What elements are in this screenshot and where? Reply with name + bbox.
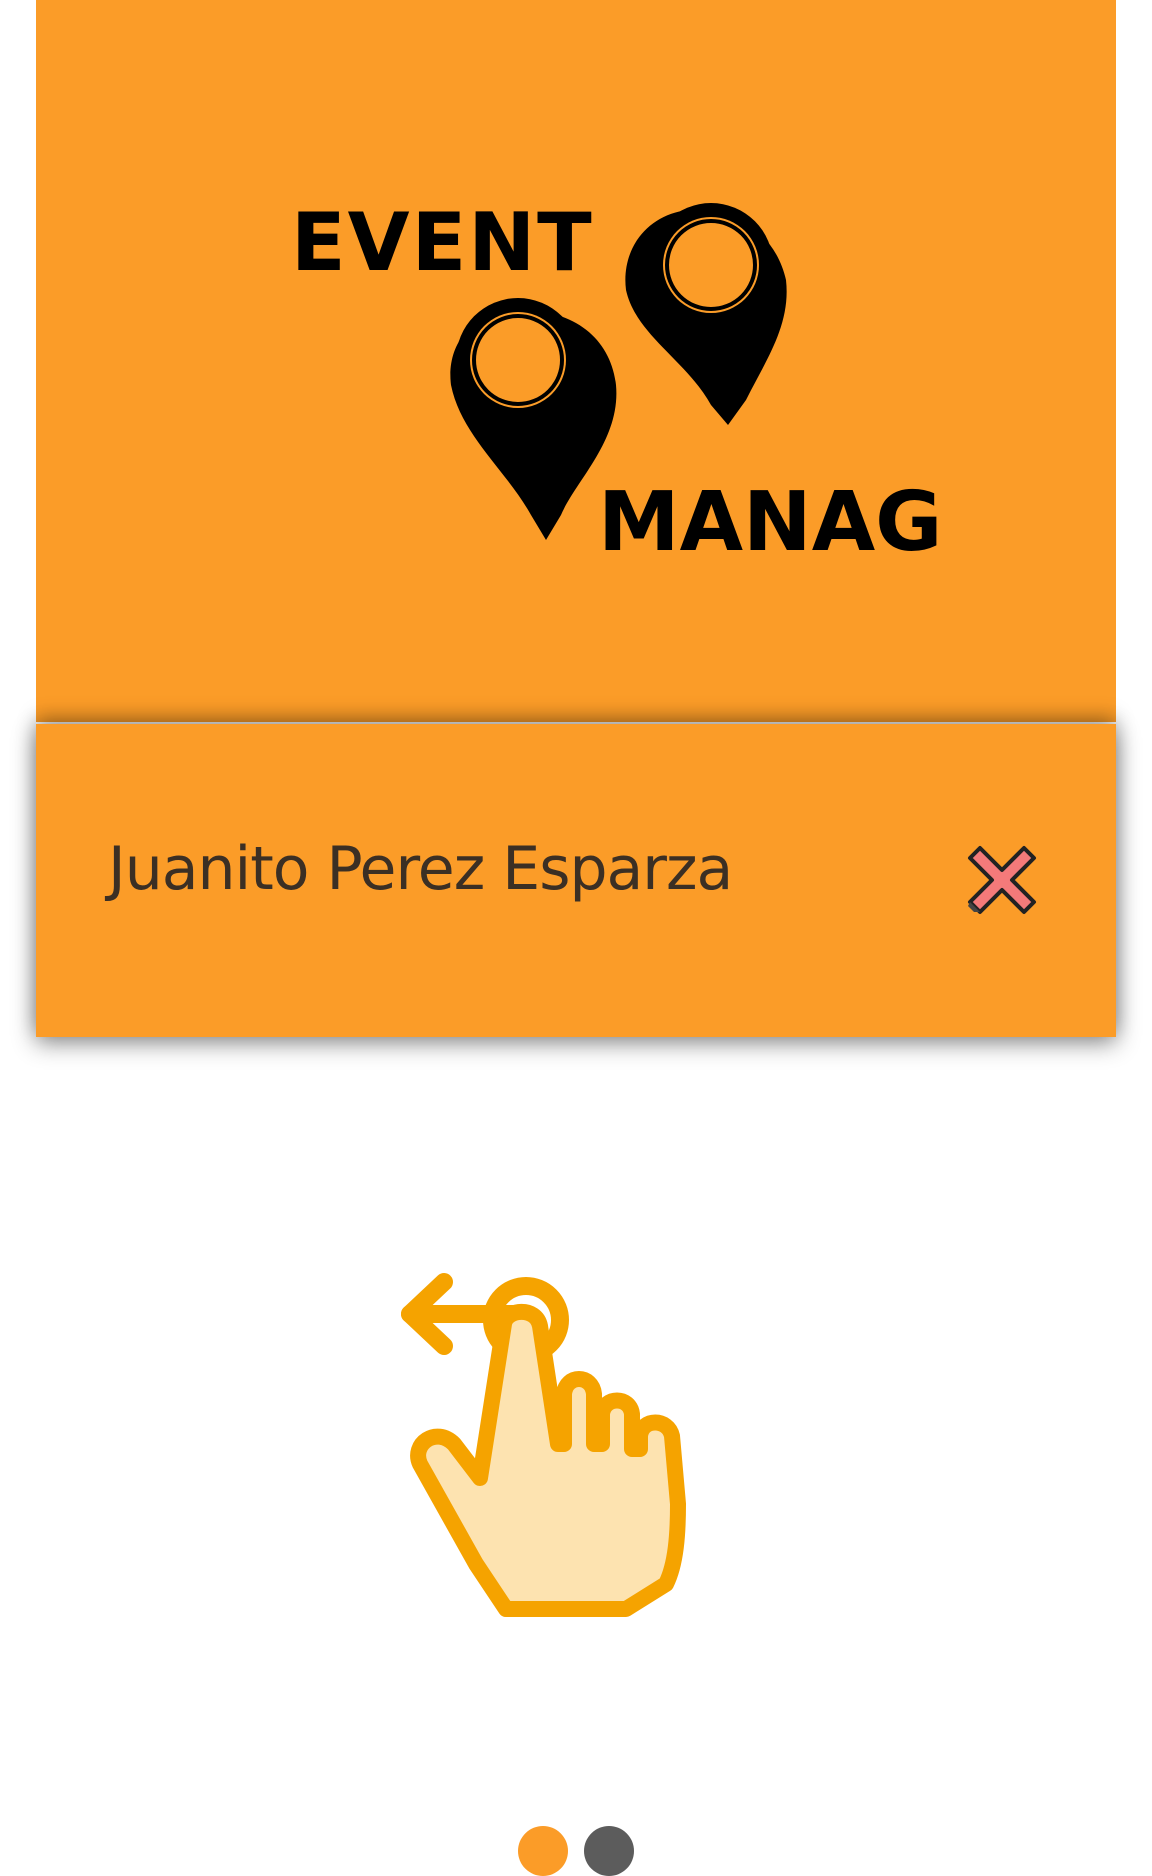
logo-text-manager: MANAGER bbox=[598, 475, 946, 570]
map-pin-icon bbox=[625, 203, 787, 425]
event-manager-logo: EVENT MANAGER bbox=[291, 196, 946, 570]
close-icon bbox=[968, 846, 1036, 914]
header-panel: EVENT MANAGER bbox=[36, 0, 1116, 722]
attendee-name: Juanito Perez Esparza bbox=[108, 834, 733, 904]
page-dot-2[interactable] bbox=[584, 1826, 634, 1876]
swipe-left-hand-icon bbox=[401, 1273, 686, 1617]
page-indicator bbox=[0, 1826, 1152, 1876]
close-button[interactable] bbox=[960, 838, 1044, 922]
attendee-card[interactable]: Juanito Perez Esparza bbox=[36, 724, 1116, 1037]
page-dot-1[interactable] bbox=[518, 1826, 568, 1876]
logo-text-event: EVENT bbox=[291, 196, 594, 289]
map-pin-icon-secondary bbox=[450, 298, 617, 540]
